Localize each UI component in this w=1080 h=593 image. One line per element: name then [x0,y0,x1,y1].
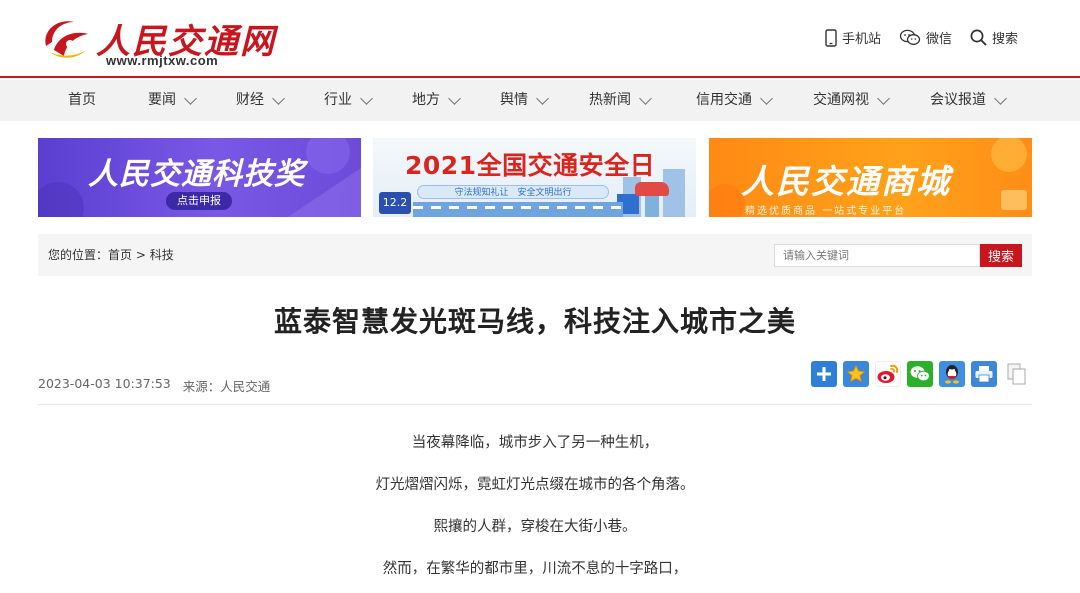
wechat-icon [910,366,930,382]
nav-label: 交通网视 [813,92,869,108]
article-meta: 2023-04-03 10:37:53 来源：人民交通 [38,376,270,395]
banner-safety-day-title: 2021全国交通安全日 [405,151,656,180]
nav-label: 信用交通 [696,92,752,108]
nav-label: 财经 [236,92,264,108]
star-icon [846,364,866,383]
nav-item-conference[interactable]: 会议报道 [930,80,1007,121]
banner-mall-title: 人民交通商城 [741,162,951,201]
breadcrumb-home-link[interactable]: 首页 [108,248,132,262]
printer-icon [975,366,993,383]
nav-label: 要闻 [148,92,176,108]
header-links: 手机站 微信 搜索 [825,28,1018,47]
article-paragraph: 当夜幕降临，城市步入了另一种生机， [411,435,659,451]
nav-item-finance[interactable]: 财经 [236,80,285,121]
article-paragraph: 然而，在繁华的都市里，川流不息的十字路口， [382,561,688,577]
apply-button[interactable]: 点击申报 [166,192,232,210]
print-button[interactable] [971,361,997,387]
chevron-down-icon [639,91,652,105]
copy-icon [1007,363,1026,385]
site-logo[interactable]: 人民交通网 www.rmjtxw.com [40,12,274,70]
share-qq-button[interactable] [939,361,965,387]
share-weibo-button[interactable] [875,361,901,387]
nav-item-opinion[interactable]: 舆情 [500,80,549,121]
nav-item-hot-news[interactable]: 热新闻 [589,80,652,121]
copy-link-button[interactable] [1003,361,1029,387]
nav-label: 首页 [68,92,96,108]
chevron-down-icon [877,91,890,105]
nav-label: 热新闻 [589,92,631,108]
site-header: 人民交通网 www.rmjtxw.com 手机站 微信 搜索 [0,0,1080,78]
share-wechat-button[interactable] [907,361,933,387]
nav-item-industry[interactable]: 行业 [324,80,373,121]
article-body: 当夜幕降临，城市步入了另一种生机， 灯光熠熠闪烁，霓虹灯光点缀在城市的各个角落。… [38,431,1032,593]
mobile-site-label: 手机站 [841,32,881,47]
car-icon [635,182,669,196]
header-search-link[interactable]: 搜索 [970,28,1018,47]
banner-tech-award-title: 人民交通科技奖 [88,157,305,192]
chevron-down-icon [184,91,197,105]
logo-url: www.rmjtxw.com [106,53,219,68]
chevron-down-icon [760,91,773,105]
nav-label: 地方 [412,92,440,108]
banner-safety-day-date: 12.2 [379,192,411,214]
banner-tech-award[interactable]: 人民交通科技奖 点击申报 [38,138,361,217]
breadcrumb-bar: 您的位置：首页 > 科技 搜索 [38,234,1032,276]
nav-item-credit-transport[interactable]: 信用交通 [696,80,773,121]
banner-mall[interactable]: 人民交通商城 精选优质商品 一站式专业平台 [709,138,1032,217]
road-shape [413,202,623,217]
wechat-label: 微信 [925,32,952,47]
nav-item-news[interactable]: 要闻 [148,80,197,121]
nav-item-transport-video[interactable]: 交通网视 [813,80,890,121]
search-icon [970,29,987,46]
nav-label: 舆情 [500,92,528,108]
header-search-label: 搜索 [991,32,1018,47]
share-favorite-button[interactable] [843,361,869,387]
article-divider [38,404,1032,405]
wechat-icon [899,29,921,45]
share-toolbar [811,361,1029,387]
nav-label: 行业 [324,92,352,108]
weibo-icon [877,364,899,383]
chevron-down-icon [994,91,1007,105]
plus-icon [817,367,831,381]
breadcrumb-current-link[interactable]: 科技 [150,248,174,262]
article-paragraph: 熙攘的人群，穿梭在大街小巷。 [433,519,637,535]
nav-item-home[interactable]: 首页 [68,80,96,121]
breadcrumb-separator: > [132,248,150,262]
breadcrumb-prefix: 您的位置： [48,248,109,262]
breadcrumb: 您的位置：首页 > 科技 [48,234,174,276]
article-paragraph: 灯光熠熠闪烁，霓虹灯光点缀在城市的各个角落。 [375,477,695,493]
chevron-down-icon [536,91,549,105]
nav-label: 会议报道 [930,92,986,108]
road-marking [413,206,623,209]
main-nav: 首页 要闻 财经 行业 地方 舆情 热新闻 信用交通 交通网视 会议报道 [0,80,1080,121]
chevron-down-icon [448,91,461,105]
qq-icon [945,365,959,384]
banner-safety-day-slogan: 守法规知礼让 安全文明出行 [417,185,609,199]
mobile-site-link[interactable]: 手机站 [825,28,881,47]
nav-item-local[interactable]: 地方 [412,80,461,121]
article-title: 蓝泰智慧发光斑马线，科技注入城市之美 [273,305,796,338]
article-source: 来源：人民交通 [182,379,271,394]
search-button[interactable]: 搜索 [980,244,1022,267]
logo-mark-icon [45,21,88,58]
chevron-down-icon [360,91,373,105]
mobile-icon [825,28,837,47]
chevron-down-icon [272,91,285,105]
search-input[interactable] [774,244,980,267]
banner-safety-day[interactable]: 2021全国交通安全日 守法规知礼让 安全文明出行 12.2 [373,138,696,217]
article-datetime: 2023-04-03 10:37:53 [38,376,171,391]
wechat-link[interactable]: 微信 [899,28,952,47]
banner-mall-subtitle: 精选优质商品 一站式专业平台 [745,206,907,217]
share-more-button[interactable] [811,361,837,387]
